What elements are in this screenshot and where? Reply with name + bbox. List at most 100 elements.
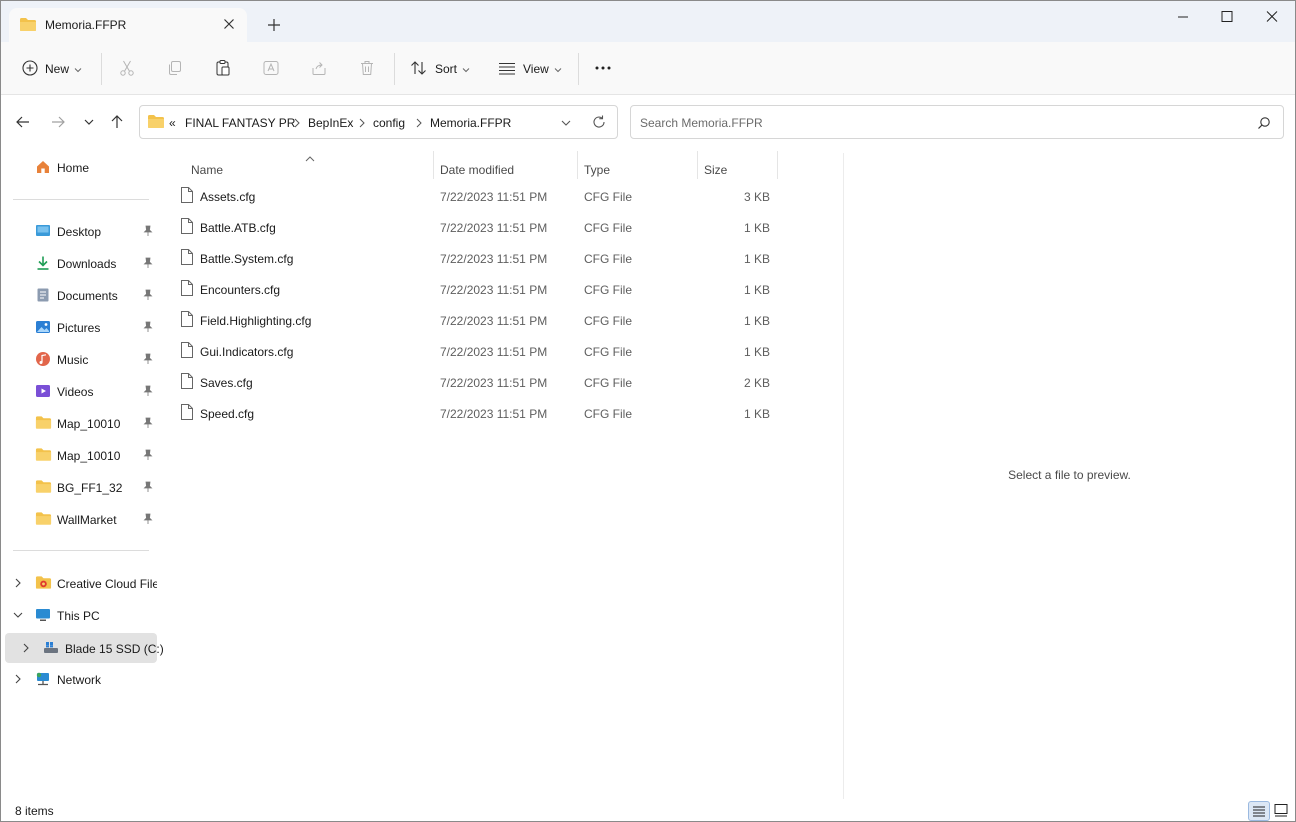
sidebar-item-bg-ff1-32[interactable]: BG_FF1_32 — [5, 473, 157, 501]
pin-icon[interactable] — [143, 289, 153, 304]
home-icon — [35, 159, 51, 175]
breadcrumb-final-fantasy-pr[interactable]: FINAL FANTASY PR — [185, 116, 295, 130]
file-row[interactable]: Field.Highlighting.cfg 7/22/2023 11:51 P… — [177, 305, 777, 335]
file-type: CFG File — [584, 190, 632, 204]
pin-icon[interactable] — [143, 385, 153, 400]
preview-pane: Select a file to preview. — [844, 151, 1295, 799]
new-button[interactable]: New — [21, 56, 82, 82]
rename-button[interactable] — [262, 56, 280, 82]
tab-memoria-ffpr[interactable]: Memoria.FFPR — [9, 8, 247, 42]
sidebar-item-videos[interactable]: Videos — [5, 377, 157, 405]
sidebar-item-home[interactable]: Home — [5, 153, 157, 181]
file-date: 7/22/2023 11:51 PM — [440, 190, 548, 204]
refresh-icon[interactable] — [591, 114, 607, 133]
pin-icon[interactable] — [143, 417, 153, 432]
tiles-view-button[interactable] — [1271, 801, 1293, 821]
sidebar-label: Map_10010 — [57, 417, 121, 431]
file-row[interactable]: Battle.ATB.cfg 7/22/2023 11:51 PM CFG Fi… — [177, 212, 777, 242]
sidebar-item-downloads[interactable]: Downloads — [5, 249, 157, 277]
search-icon[interactable] — [1257, 116, 1271, 133]
details-view-icon — [1253, 806, 1265, 817]
copy-button[interactable] — [166, 56, 184, 82]
chevron-right-icon[interactable] — [415, 117, 423, 131]
file-row[interactable]: Encounters.cfg 7/22/2023 11:51 PM CFG Fi… — [177, 274, 777, 304]
drive-icon — [43, 640, 59, 656]
pin-icon[interactable] — [143, 257, 153, 272]
pin-icon[interactable] — [143, 225, 153, 240]
file-type: CFG File — [584, 283, 632, 297]
new-tab-button[interactable] — [265, 16, 283, 34]
column-label: Type — [584, 163, 611, 177]
address-bar[interactable]: « FINAL FANTASY PR BepInEx config Memori… — [139, 105, 618, 139]
file-name: Gui.Indicators.cfg — [200, 345, 294, 359]
sidebar-item-music[interactable]: Music — [5, 345, 157, 373]
paste-button[interactable] — [214, 56, 232, 82]
delete-button[interactable] — [358, 56, 376, 82]
file-row[interactable]: Saves.cfg 7/22/2023 11:51 PM CFG File 2 … — [177, 367, 777, 397]
sidebar-item-pictures[interactable]: Pictures — [5, 313, 157, 341]
file-icon — [181, 373, 193, 392]
sidebar-item-network[interactable]: Network — [5, 665, 157, 693]
column-divider[interactable] — [697, 151, 698, 179]
chevron-down-icon — [462, 62, 470, 76]
folder-icon — [35, 479, 52, 495]
column-header-date[interactable]: Date modified — [440, 155, 575, 183]
recent-locations-button[interactable] — [80, 113, 98, 131]
close-window-icon[interactable] — [1261, 7, 1283, 27]
view-button[interactable]: View — [497, 56, 562, 82]
column-divider[interactable] — [433, 151, 434, 179]
column-divider[interactable] — [577, 151, 578, 179]
chevron-right-icon[interactable] — [13, 673, 23, 688]
pin-icon[interactable] — [143, 449, 153, 464]
pin-icon[interactable] — [143, 321, 153, 336]
column-header-size[interactable]: Size — [704, 155, 774, 183]
up-button[interactable] — [108, 113, 126, 131]
column-header-type[interactable]: Type — [584, 155, 694, 183]
back-button[interactable] — [14, 113, 32, 131]
sidebar-item-documents[interactable]: Documents — [5, 281, 157, 309]
sidebar-item-creative-cloud[interactable]: Creative Cloud Files — [5, 569, 157, 597]
breadcrumb-memoria-ffpr[interactable]: Memoria.FFPR — [430, 116, 511, 130]
details-view-button[interactable] — [1248, 801, 1270, 821]
documents-icon — [35, 287, 51, 303]
more-options-button[interactable] — [593, 56, 613, 82]
sidebar-item-this-pc[interactable]: This PC — [5, 601, 157, 629]
breadcrumb-overflow[interactable]: « — [169, 116, 176, 130]
forward-button[interactable] — [49, 113, 67, 131]
file-row[interactable]: Assets.cfg 7/22/2023 11:51 PM CFG File 3… — [177, 181, 777, 211]
chevron-right-icon[interactable] — [13, 577, 23, 592]
file-row[interactable]: Speed.cfg 7/22/2023 11:51 PM CFG File 1 … — [177, 398, 777, 428]
cut-button[interactable] — [118, 56, 136, 82]
pin-icon[interactable] — [143, 481, 153, 496]
file-date: 7/22/2023 11:51 PM — [440, 376, 548, 390]
share-button[interactable] — [310, 56, 328, 82]
close-tab-icon[interactable] — [221, 16, 237, 32]
sidebar-item-blade-15-ssd[interactable]: Blade 15 SSD (C:) — [5, 633, 164, 663]
sidebar-label: Desktop — [57, 225, 102, 239]
file-row[interactable]: Gui.Indicators.cfg 7/22/2023 11:51 PM CF… — [177, 336, 777, 366]
sidebar-item-map-10010[interactable]: Map_10010 — [5, 409, 157, 437]
maximize-icon[interactable] — [1216, 7, 1238, 27]
chevron-down-icon[interactable] — [13, 609, 23, 624]
pin-icon[interactable] — [143, 513, 153, 528]
breadcrumb-config[interactable]: config — [373, 116, 405, 130]
pin-icon[interactable] — [143, 353, 153, 368]
chevron-right-icon[interactable] — [293, 117, 301, 131]
search-box[interactable]: Search Memoria.FFPR — [630, 105, 1284, 139]
sidebar-item-desktop[interactable]: Desktop — [5, 217, 157, 245]
sort-button[interactable]: Sort — [409, 56, 470, 82]
minimize-icon[interactable] — [1172, 7, 1194, 27]
file-type: CFG File — [584, 407, 632, 421]
sidebar-item-map-10010[interactable]: Map_10010 — [5, 441, 157, 469]
chevron-right-icon[interactable] — [21, 642, 31, 657]
column-divider[interactable] — [777, 151, 778, 179]
file-date: 7/22/2023 11:51 PM — [440, 221, 548, 235]
column-label: Name — [191, 163, 224, 177]
breadcrumb-bepinex[interactable]: BepInEx — [308, 116, 353, 130]
chevron-right-icon[interactable] — [358, 117, 366, 131]
sidebar-item-wallmarket[interactable]: WallMarket — [5, 505, 157, 533]
search-input[interactable]: Search Memoria.FFPR — [640, 116, 763, 130]
column-header-name[interactable]: Name — [191, 155, 431, 183]
file-row[interactable]: Battle.System.cfg 7/22/2023 11:51 PM CFG… — [177, 243, 777, 273]
address-history-chevron-icon[interactable] — [560, 117, 572, 131]
